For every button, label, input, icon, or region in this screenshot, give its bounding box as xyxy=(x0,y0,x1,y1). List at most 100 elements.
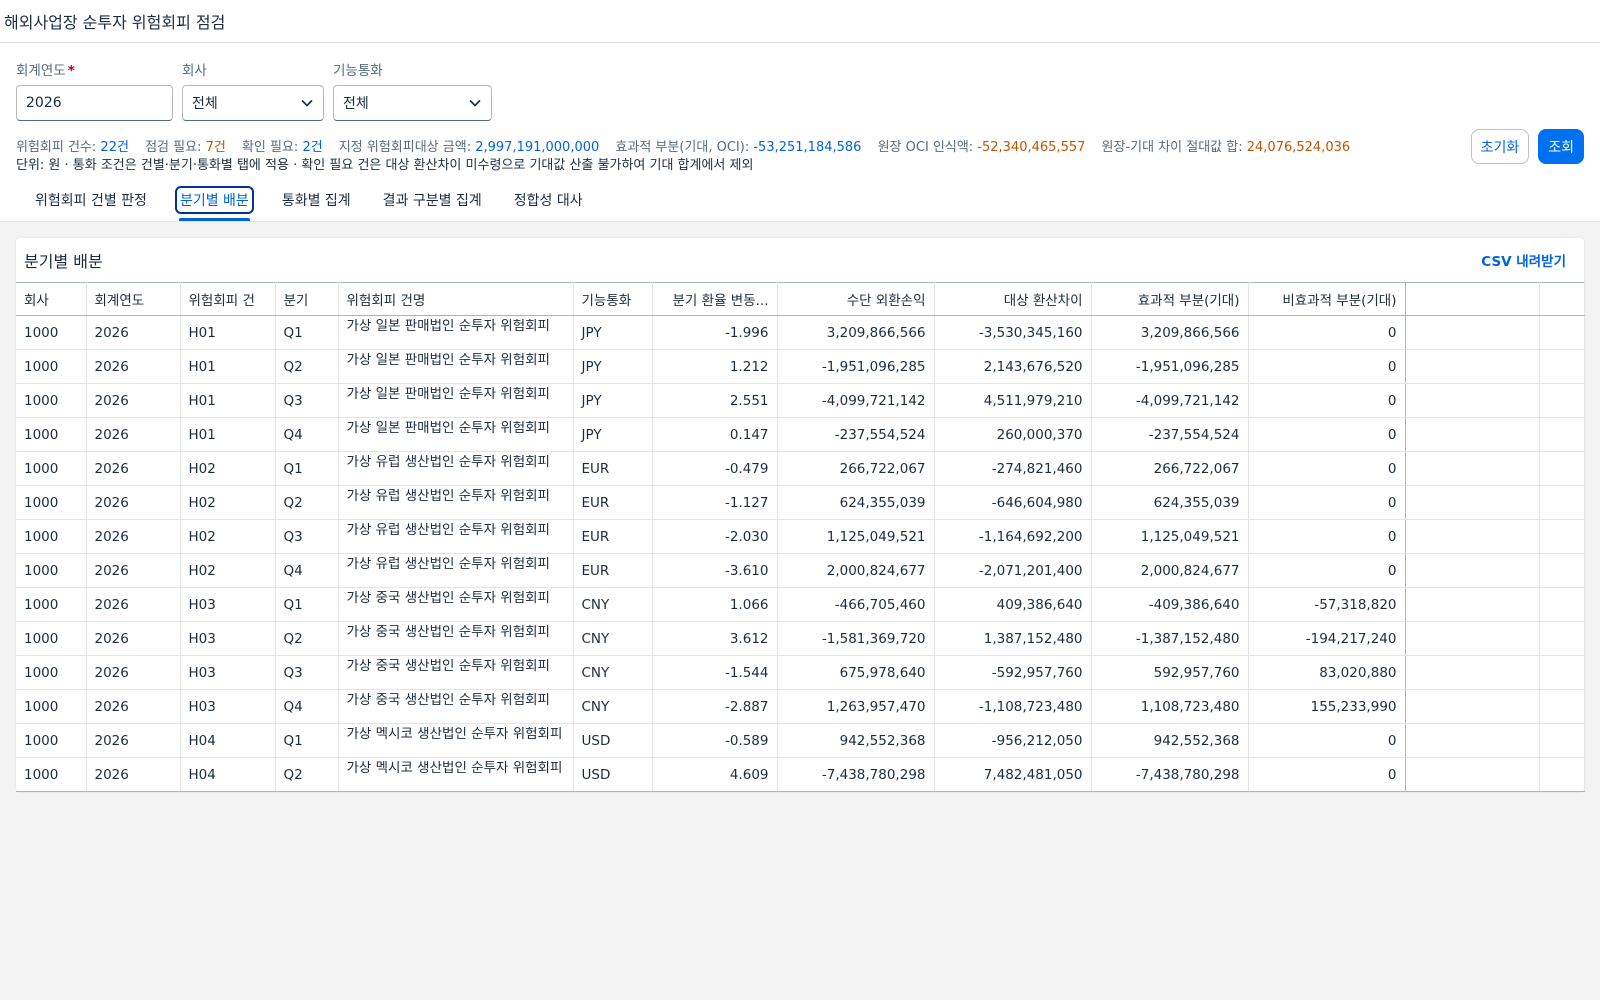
table-row[interactable]: 1000 2026 H01 Q3 가상 일본 판매법인 순투자 위험회피 JPY 2.551… xyxy=(16,383,1585,418)
table-row[interactable]: 1000 2026 H02 Q2 가상 유럽 생산법인 순투자 위험회피 EUR -1.12… xyxy=(16,485,1585,520)
cell-hedge-name: 가상 일본 판매법인 순투자 위험회피 xyxy=(338,383,574,418)
summary-label: 지정 위험회피대상 금액: xyxy=(338,140,472,155)
cell-hedge-id: H03 xyxy=(180,621,276,656)
chevron-down-icon xyxy=(300,96,314,110)
summary-value: 24,076,524,036 xyxy=(1246,140,1351,155)
cell-year: 2026 xyxy=(86,417,181,452)
cell-effective-portion: 2,000,824,677 xyxy=(1091,553,1249,588)
cell-effective-portion: 1,125,049,521 xyxy=(1091,519,1249,554)
tab-result-summary[interactable]: 결과 구분별 집계 xyxy=(367,178,498,221)
reset-button[interactable]: 초기화 xyxy=(1470,129,1530,164)
cell-item-translation: -956,212,050 xyxy=(934,723,1092,758)
column-header-year[interactable]: 회계연도 xyxy=(86,282,181,316)
cell-ineffective-portion: 83,020,880 xyxy=(1248,655,1406,690)
hedge-name-text: 가상 일본 판매법인 순투자 위험회피 xyxy=(346,387,550,402)
search-button[interactable]: 조회 xyxy=(1538,129,1584,164)
summary-value: 2건 xyxy=(302,140,323,155)
cell-company: 1000 xyxy=(16,757,87,792)
currency-select-value: 전체 xyxy=(343,96,369,112)
column-header-company[interactable]: 회사 xyxy=(16,282,87,316)
cell-extra xyxy=(1539,451,1585,486)
currency-label: 기능통화 xyxy=(333,63,383,79)
cell-currency: JPY xyxy=(573,417,653,452)
year-label: 회계연도 * xyxy=(16,59,173,79)
tab-quarterly-allocation[interactable]: 분기별 배분 xyxy=(163,178,266,221)
cell-year: 2026 xyxy=(86,383,181,418)
column-header-quarter[interactable]: 분기 xyxy=(275,282,339,316)
year-input-value: 2026 xyxy=(26,95,62,111)
cell-hedge-id: H04 xyxy=(180,757,276,792)
column-header-effective-portion[interactable]: 효과적 부분(기대) xyxy=(1091,282,1249,316)
cell-item-translation: -2,071,201,400 xyxy=(934,553,1092,588)
cell-instrument-fx: 266,722,067 xyxy=(777,451,935,486)
cell-hedge-id: H01 xyxy=(180,417,276,452)
table-row[interactable]: 1000 2026 H04 Q2 가상 멕시코 생산법인 순투자 위험회피 USD 4.60… xyxy=(16,757,1585,792)
cell-quarter: Q3 xyxy=(275,655,339,690)
table-row[interactable]: 1000 2026 H01 Q2 가상 일본 판매법인 순투자 위험회피 JPY 1.212… xyxy=(16,349,1585,384)
column-header-ineffective-portion[interactable]: 비효과적 부분(기대) xyxy=(1248,282,1406,316)
table-row[interactable]: 1000 2026 H02 Q3 가상 유럽 생산법인 순투자 위험회피 EUR -2.03… xyxy=(16,519,1585,554)
cell-instrument-fx: 1,125,049,521 xyxy=(777,519,935,554)
cell-currency: JPY xyxy=(573,383,653,418)
cell-effective-portion: -4,099,721,142 xyxy=(1091,383,1249,418)
cell-year: 2026 xyxy=(86,485,181,520)
card-header: 분기별 배분 CSV 내려받기 xyxy=(16,238,1584,282)
tab-currency-summary[interactable]: 통화별 집계 xyxy=(266,178,367,221)
cell-extra xyxy=(1539,315,1585,350)
company-select[interactable]: 전체 xyxy=(182,85,324,121)
cell-hedge-id: H01 xyxy=(180,383,276,418)
cell-spacer xyxy=(1405,485,1540,520)
cell-spacer xyxy=(1405,621,1540,656)
currency-select[interactable]: 전체 xyxy=(333,85,492,121)
cell-fx-change: 1.212 xyxy=(652,349,778,384)
column-header-instrument-fx[interactable]: 수단 외환손익 xyxy=(777,282,935,316)
table-row[interactable]: 1000 2026 H01 Q1 가상 일본 판매법인 순투자 위험회피 JPY -1.99… xyxy=(16,315,1585,350)
summary-effective-portion: 효과적 부분(기대, OCI): -53,251,184,586 xyxy=(615,140,861,155)
tab-hedge-judgement[interactable]: 위험회피 건별 판정 xyxy=(19,178,163,221)
cell-hedge-name: 가상 멕시코 생산법인 순투자 위험회피 xyxy=(338,757,574,792)
column-header-fx-change[interactable]: 분기 환율 변동... xyxy=(652,282,778,316)
cell-hedge-name: 가상 일본 판매법인 순투자 위험회피 xyxy=(338,315,574,350)
hedge-name-text: 가상 멕시코 생산법인 순투자 위험회피 xyxy=(346,761,563,776)
cell-ineffective-portion: 0 xyxy=(1248,417,1406,452)
cell-hedge-id: H02 xyxy=(180,519,276,554)
cell-currency: EUR xyxy=(573,553,653,588)
cell-fx-change: -0.479 xyxy=(652,451,778,486)
cell-effective-portion: 266,722,067 xyxy=(1091,451,1249,486)
cell-item-translation: -1,164,692,200 xyxy=(934,519,1092,554)
cell-instrument-fx: 2,000,824,677 xyxy=(777,553,935,588)
table-row[interactable]: 1000 2026 H02 Q1 가상 유럽 생산법인 순투자 위험회피 EUR -0.47… xyxy=(16,451,1585,486)
table-row[interactable]: 1000 2026 H04 Q1 가상 멕시코 생산법인 순투자 위험회피 USD -0.5… xyxy=(16,723,1585,758)
column-header-currency[interactable]: 기능통화 xyxy=(573,282,653,316)
cell-company: 1000 xyxy=(16,485,87,520)
cell-effective-portion: 624,355,039 xyxy=(1091,485,1249,520)
cell-currency: USD xyxy=(573,757,653,792)
cell-year: 2026 xyxy=(86,655,181,690)
cell-fx-change: -1.127 xyxy=(652,485,778,520)
summary-value: 2,997,191,000,000 xyxy=(475,140,600,155)
table-row[interactable]: 1000 2026 H03 Q2 가상 중국 생산법인 순투자 위험회피 CNY 3.612… xyxy=(16,621,1585,656)
hedge-name-text: 가상 중국 생산법인 순투자 위험회피 xyxy=(346,591,550,606)
cell-fx-change: 4.609 xyxy=(652,757,778,792)
cell-quarter: Q2 xyxy=(275,757,339,792)
csv-download-link[interactable]: CSV 내려받기 xyxy=(1481,250,1566,270)
year-input[interactable]: 2026 xyxy=(16,85,173,121)
cell-spacer xyxy=(1405,655,1540,690)
table-row[interactable]: 1000 2026 H03 Q1 가상 중국 생산법인 순투자 위험회피 CNY 1.066… xyxy=(16,587,1585,622)
cell-quarter: Q2 xyxy=(275,621,339,656)
currency-filter: 기능통화 전체 xyxy=(333,59,492,121)
table-row[interactable]: 1000 2026 H02 Q4 가상 유럽 생산법인 순투자 위험회피 EUR -3.61… xyxy=(16,553,1585,588)
table-row[interactable]: 1000 2026 H03 Q3 가상 중국 생산법인 순투자 위험회피 CNY -1.54… xyxy=(16,655,1585,690)
table-row[interactable]: 1000 2026 H03 Q4 가상 중국 생산법인 순투자 위험회피 CNY -2.88… xyxy=(16,689,1585,724)
summary-line: 위험회피 건수: 22건 점검 필요: 7건 확인 필요: 2건 지정 위험회피… xyxy=(16,139,1584,157)
cell-year: 2026 xyxy=(86,689,181,724)
cell-instrument-fx: -7,438,780,298 xyxy=(777,757,935,792)
tab-reconciliation[interactable]: 정합성 대사 xyxy=(498,178,599,221)
column-header-hedge-name[interactable]: 위험회피 건명 xyxy=(338,282,574,316)
table-row[interactable]: 1000 2026 H01 Q4 가상 일본 판매법인 순투자 위험회피 JPY 0.147… xyxy=(16,417,1585,452)
cell-ineffective-portion: 0 xyxy=(1248,485,1406,520)
cell-instrument-fx: 942,552,368 xyxy=(777,723,935,758)
column-header-hedge-id[interactable]: 위험회피 건 xyxy=(180,282,276,316)
cell-instrument-fx: -1,581,369,720 xyxy=(777,621,935,656)
column-header-item-translation[interactable]: 대상 환산차이 xyxy=(934,282,1092,316)
